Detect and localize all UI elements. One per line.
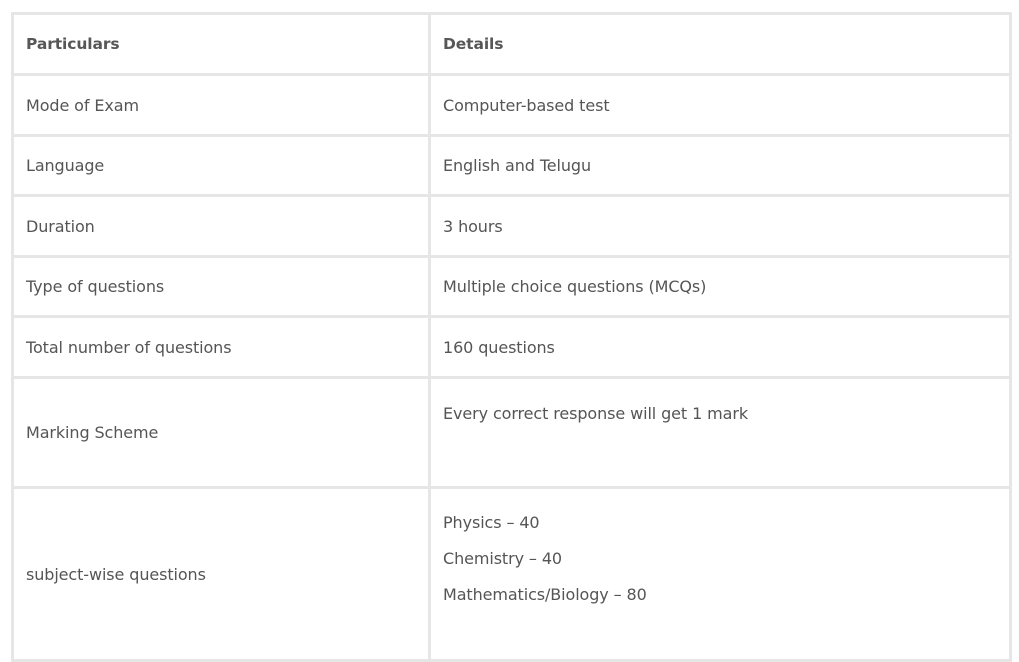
table-header-row: Particulars Details bbox=[11, 12, 1012, 76]
subject-physics: Physics – 40 bbox=[443, 513, 540, 532]
row-label: subject-wise questions bbox=[11, 486, 431, 662]
table-row: Mode of Exam Computer-based test bbox=[11, 73, 1012, 137]
row-label: Duration bbox=[11, 194, 431, 258]
row-label: Marking Scheme bbox=[11, 376, 431, 489]
row-value: Multiple choice questions (MCQs) bbox=[428, 255, 1012, 318]
row-label: Mode of Exam bbox=[11, 73, 431, 137]
table-row: Marking Scheme Every correct response wi… bbox=[11, 376, 1012, 489]
row-label: Type of questions bbox=[11, 255, 431, 318]
exam-pattern-table-container: Particulars Details Mode of Exam Compute… bbox=[11, 12, 1012, 662]
row-value-list: Physics – 40 Chemistry – 40 Mathematics/… bbox=[428, 486, 1012, 662]
table-row: Type of questions Multiple choice questi… bbox=[11, 255, 1012, 318]
table-row: subject-wise questions Physics – 40 Chem… bbox=[11, 486, 1012, 662]
table-row: Language English and Telugu bbox=[11, 134, 1012, 197]
row-value: Every correct response will get 1 mark bbox=[428, 376, 1012, 489]
table-row: Total number of questions 160 questions bbox=[11, 315, 1012, 379]
subject-chemistry: Chemistry – 40 bbox=[443, 549, 562, 568]
row-label: Language bbox=[11, 134, 431, 197]
row-value: Computer-based test bbox=[428, 73, 1012, 137]
header-details: Details bbox=[428, 12, 1012, 76]
subject-maths-biology: Mathematics/Biology – 80 bbox=[443, 585, 647, 604]
row-value: 3 hours bbox=[428, 194, 1012, 258]
exam-pattern-table: Particulars Details Mode of Exam Compute… bbox=[11, 12, 1012, 662]
row-label: Total number of questions bbox=[11, 315, 431, 379]
row-value: 160 questions bbox=[428, 315, 1012, 379]
table-row: Duration 3 hours bbox=[11, 194, 1012, 258]
header-particulars: Particulars bbox=[11, 12, 431, 76]
row-value: English and Telugu bbox=[428, 134, 1012, 197]
